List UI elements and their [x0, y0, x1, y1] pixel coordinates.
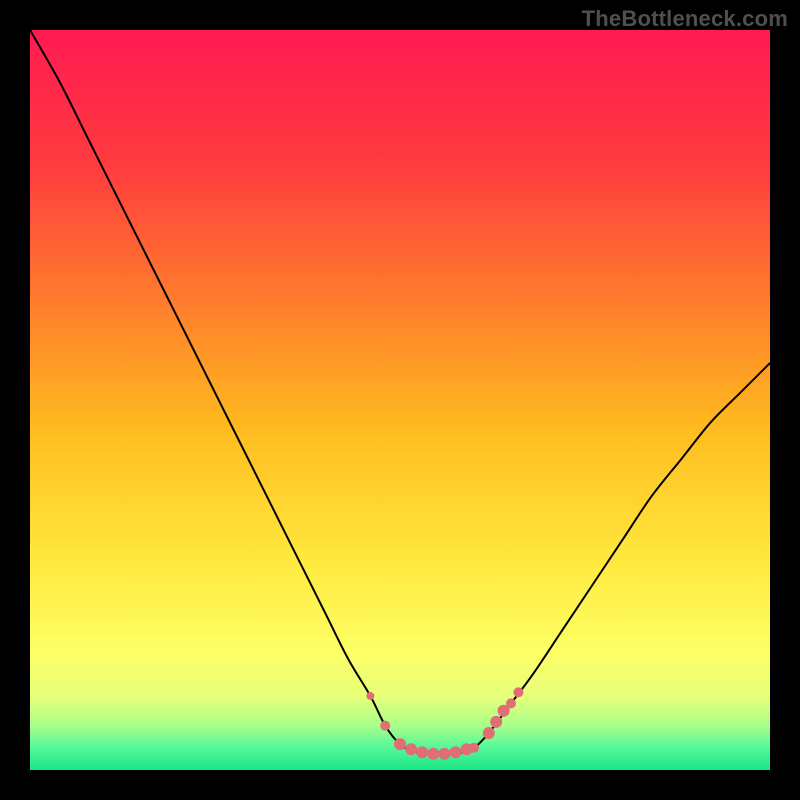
marker-point — [427, 748, 439, 760]
plot-area — [30, 30, 770, 770]
marker-point — [438, 748, 450, 760]
marker-point — [394, 738, 406, 750]
marker-point — [469, 743, 479, 753]
marker-point — [380, 721, 390, 731]
marker-point — [416, 746, 428, 758]
marker-point — [490, 716, 502, 728]
watermark-text: TheBottleneck.com — [582, 6, 788, 32]
bottleneck-chart — [30, 30, 770, 770]
marker-point — [450, 746, 462, 758]
gradient-background — [30, 30, 770, 770]
marker-point — [483, 727, 495, 739]
chart-frame: TheBottleneck.com — [0, 0, 800, 800]
marker-point — [366, 692, 374, 700]
marker-point — [513, 687, 523, 697]
marker-point — [506, 698, 516, 708]
marker-point — [405, 743, 417, 755]
